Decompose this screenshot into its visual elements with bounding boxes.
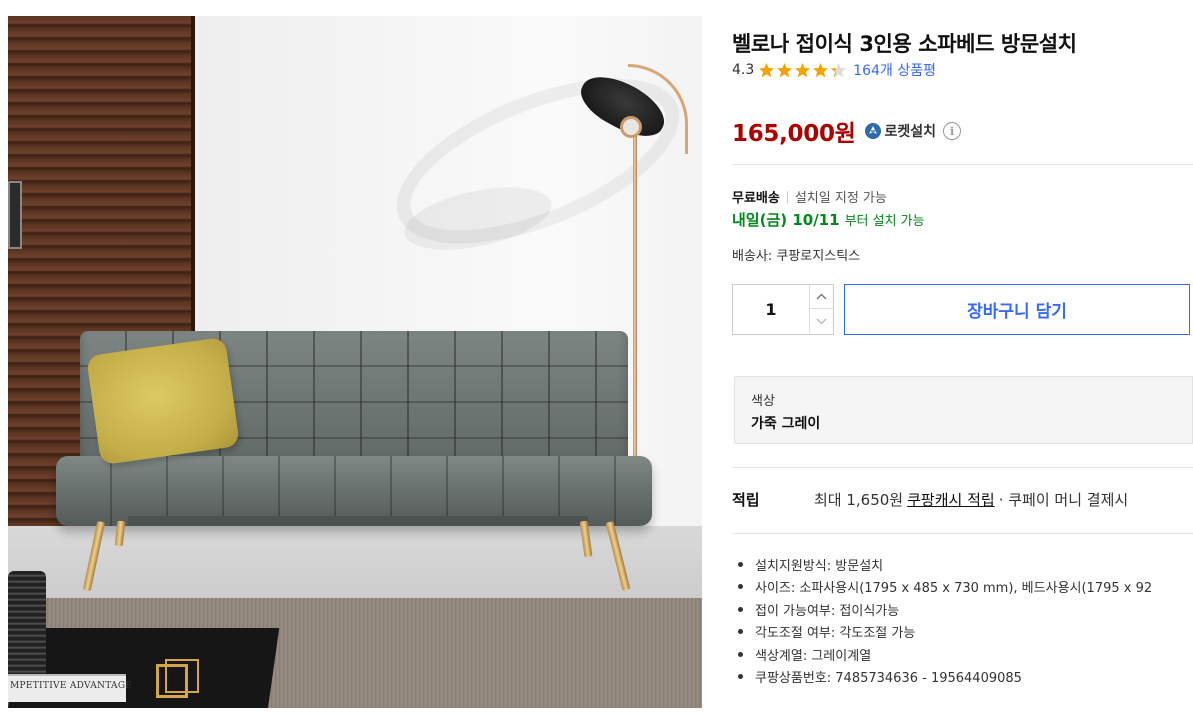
reward-amount: 최대 1,650원 xyxy=(814,491,904,509)
arrival-date: 내일(금) 10/11 xyxy=(732,211,840,229)
divider xyxy=(732,467,1193,468)
add-to-cart-button[interactable]: 장바구니 담기 xyxy=(844,284,1190,335)
star-icon xyxy=(795,62,811,77)
color-option-selector[interactable]: 색상 가죽 그레이 xyxy=(734,376,1193,444)
info-icon[interactable]: i xyxy=(943,122,962,140)
option-value: 가죽 그레이 xyxy=(751,416,821,432)
divider xyxy=(732,164,1193,165)
star-icon xyxy=(831,62,847,77)
vase xyxy=(8,571,46,676)
star-icon xyxy=(759,62,775,77)
book-title: MPETITIVE ADVANTAGE xyxy=(10,681,133,691)
spec-item: 색상계열: 그레이계열 xyxy=(736,643,1152,666)
reward-suffix: · 쿠페이 머니 결제시 xyxy=(998,491,1129,509)
product-info-panel: 벨로나 접이식 3인용 소파베드 방문설치 4.3 164개 상품평 165,0… xyxy=(732,0,1193,715)
rocket-install-icon xyxy=(864,123,881,139)
quantity-stepper: 1 xyxy=(732,284,834,335)
wall-plate xyxy=(8,181,22,249)
review-count-link[interactable]: 164개 상품평 xyxy=(853,60,936,80)
reward-row: 적립 최대 1,650원 쿠팡캐시 적립 · 쿠페이 머니 결제시 xyxy=(732,489,1128,510)
free-shipping-label: 무료배송 xyxy=(732,191,780,206)
floor-lamp-bulb xyxy=(620,116,642,138)
star-icon xyxy=(777,62,793,77)
gold-cube-decor xyxy=(156,659,199,698)
coupang-cash-link[interactable]: 쿠팡캐시 적립 xyxy=(907,489,995,510)
divider xyxy=(732,533,1193,534)
option-label: 색상 xyxy=(751,394,775,409)
rocket-install-badge: 로켓설치 xyxy=(864,121,937,141)
spec-item: 접이 가능여부: 접이식가능 xyxy=(736,598,1152,621)
product-title: 벨로나 접이식 3인용 소파베드 방문설치 xyxy=(732,32,1077,56)
product-image[interactable]: MPETITIVE ADVANTAGE xyxy=(8,16,702,708)
reward-title: 적립 xyxy=(732,491,760,509)
carrier-label: 배송사: 쿠팡로지스틱스 xyxy=(732,249,861,264)
price: 165,000원 xyxy=(732,121,856,147)
rating-row: 4.3 164개 상품평 xyxy=(732,60,936,80)
separator xyxy=(786,190,788,203)
quantity-input[interactable]: 1 xyxy=(733,285,809,334)
price-row: 165,000원 로켓설치 i xyxy=(732,114,962,148)
rocket-install-label: 로켓설치 xyxy=(884,124,937,140)
spec-item: 설치지원방식: 방문설치 xyxy=(736,553,1152,576)
spec-item: 각도조절 여부: 각도조절 가능 xyxy=(736,621,1152,644)
quantity-increase-button[interactable] xyxy=(809,285,833,309)
spec-list: 설치지원방식: 방문설치 사이즈: 소파사용시(1795 x 485 x 730… xyxy=(736,553,1152,688)
install-schedule-label: 설치일 지정 가능 xyxy=(794,191,887,206)
chevron-up-icon xyxy=(816,293,827,300)
arrival-row: 내일(금) 10/11 부터 설치 가능 xyxy=(732,209,925,230)
yellow-pillow xyxy=(86,336,240,466)
rating-stars[interactable] xyxy=(758,62,847,79)
spec-item: 사이즈: 소파사용시(1795 x 485 x 730 mm), 베드사용시(1… xyxy=(736,576,1152,599)
sofa-frame xyxy=(128,516,588,526)
rating-number: 4.3 xyxy=(732,62,755,78)
spec-item: 쿠팡상품번호: 7485734636 - 19564409085 xyxy=(736,666,1152,689)
chevron-down-icon xyxy=(816,318,827,324)
star-icon xyxy=(813,62,829,77)
quantity-decrease-button[interactable] xyxy=(809,309,833,333)
shipping-row: 무료배송 설치일 지정 가능 xyxy=(732,187,887,206)
arrival-suffix: 부터 설치 가능 xyxy=(844,214,925,229)
